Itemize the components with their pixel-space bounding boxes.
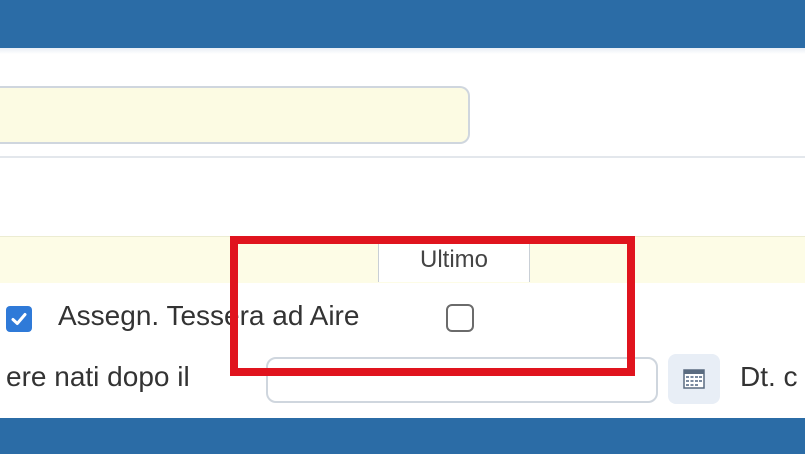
- tessera-label: Assegn. Tessera ad Aire: [58, 300, 360, 331]
- top-header-bar: [0, 0, 805, 48]
- tab-ultimo[interactable]: Ultimo: [378, 236, 530, 282]
- nati-dopo-label: ere nati dopo il: [6, 361, 190, 392]
- date-input-field[interactable]: [266, 357, 658, 403]
- calendar-button[interactable]: [668, 354, 720, 404]
- calendar-icon: [683, 369, 705, 389]
- bottom-bar: [0, 418, 805, 454]
- tab-ultimo-label: Ultimo: [419, 245, 488, 273]
- section-divider: [0, 156, 805, 158]
- header-shadow: [0, 48, 805, 54]
- first-checkbox[interactable]: [6, 306, 32, 332]
- tessera-checkbox[interactable]: [446, 304, 474, 332]
- text-input-field[interactable]: [0, 86, 470, 144]
- check-icon: [11, 313, 27, 325]
- dt-label: Dt. c: [740, 361, 798, 392]
